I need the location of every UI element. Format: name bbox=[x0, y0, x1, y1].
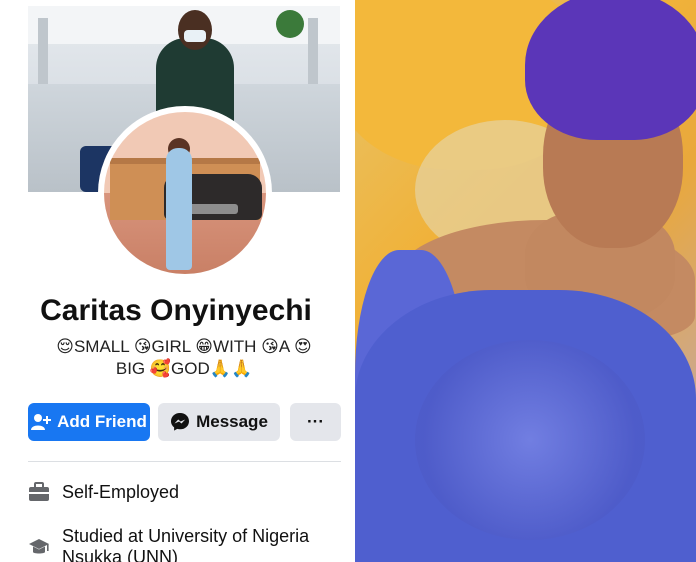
education-text: Studied at University of Nigeria Nsukka … bbox=[62, 526, 310, 562]
bio-line: 😌SMALL 😘GIRL 😁WITH 😘A 😍 bbox=[56, 337, 312, 356]
add-person-icon bbox=[31, 413, 52, 431]
briefcase-icon bbox=[28, 482, 50, 507]
work-text: Self-Employed bbox=[62, 482, 180, 502]
more-options-button[interactable]: ··· bbox=[290, 403, 341, 441]
facebook-profile-screenshot: Caritas Onyinyechi 😌SMALL 😘GIRL 😁WITH 😘A… bbox=[0, 0, 352, 562]
graduation-cap-icon bbox=[28, 538, 50, 562]
profile-name: Caritas Onyinyechi bbox=[40, 294, 312, 327]
profile-bio: 😌SMALL 😘GIRL 😁WITH 😘A 😍 BIG 🥰GOD🙏🙏 bbox=[34, 336, 334, 380]
profile-picture[interactable] bbox=[98, 106, 272, 280]
messenger-icon bbox=[170, 412, 190, 432]
bio-line: BIG 🥰GOD🙏🙏 bbox=[115, 359, 253, 378]
add-friend-button[interactable]: Add Friend bbox=[28, 403, 150, 441]
portrait-photo bbox=[355, 0, 696, 562]
message-label: Message bbox=[196, 412, 268, 431]
message-button[interactable]: Message bbox=[158, 403, 280, 441]
more-icon: ··· bbox=[307, 412, 324, 431]
divider bbox=[28, 461, 341, 462]
add-friend-label: Add Friend bbox=[57, 412, 147, 431]
